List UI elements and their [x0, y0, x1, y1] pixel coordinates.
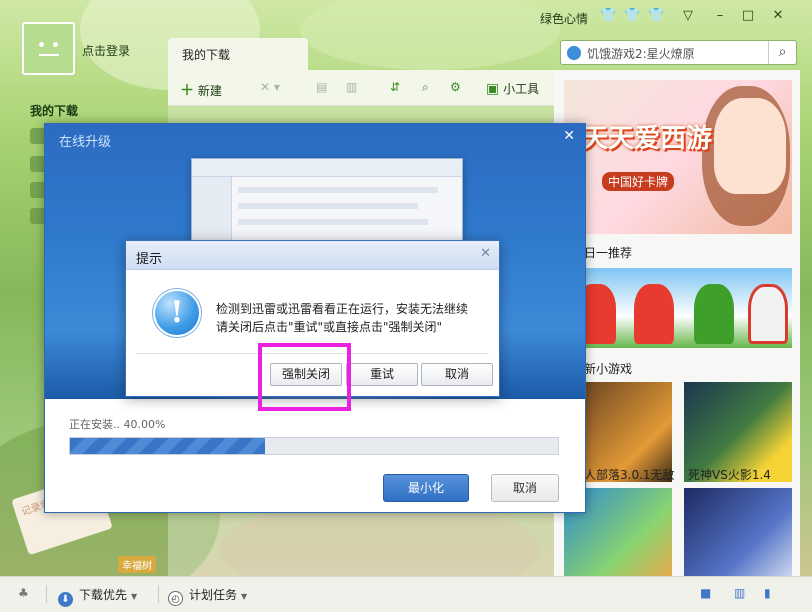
download-priority-label: 下载优先	[79, 588, 128, 602]
ad-game-tile[interactable]	[684, 488, 792, 576]
tab-my-downloads[interactable]: 我的下载	[168, 38, 308, 70]
search-icon[interactable]: ⌕	[768, 41, 796, 64]
prompt-message-line: 请关闭后点击"重试"或直接点击"强制关闭"	[216, 320, 443, 334]
status-bar: ♣ ⬇ 下载优先 ▼ ◴ 计划任务 ▼ ■ ▥ ▮	[0, 576, 812, 612]
ad-banner-game[interactable]: 天天爱西游 中国好卡牌	[564, 80, 792, 234]
skin-name[interactable]: 绿色心情	[540, 10, 588, 27]
skin-shirt-icon[interactable]: 👕	[648, 9, 664, 23]
ad-mario-image[interactable]	[564, 268, 792, 348]
cancel-upgrade-button[interactable]: 取消	[491, 474, 559, 502]
ad-caption[interactable]: 人部落3.0.1无敌	[584, 466, 675, 483]
divider	[158, 585, 159, 603]
skin-shirt-icon[interactable]: 👕	[600, 9, 616, 23]
floating-window-icon[interactable]: ■	[700, 586, 711, 600]
file-icon[interactable]: ▥	[346, 80, 357, 94]
dropdown-caret-icon: ▼	[131, 592, 138, 601]
title-bar: 绿色心情 👕 👕 👕 ▽ – □ ✕	[0, 0, 812, 36]
new-task-button[interactable]: ＋ 新建	[180, 80, 222, 100]
highlight-box	[258, 343, 351, 411]
ad-sub-text: 中国好卡牌	[602, 172, 675, 191]
ad-logo-text: 天天爱西游	[582, 124, 713, 154]
install-progress-bar	[69, 437, 559, 455]
leaf-icon[interactable]: ♣	[18, 586, 29, 600]
close-window-icon[interactable]: ✕	[770, 9, 786, 23]
prompt-message-line: 检测到迅雷或迅雷看看正在运行，安装无法继续	[216, 302, 469, 316]
info-icon: !	[153, 289, 201, 337]
toolbox-icon: ▣	[486, 81, 500, 97]
login-link[interactable]: 点击登录	[82, 42, 130, 59]
happy-tree-label[interactable]: 幸福树	[118, 556, 156, 573]
menu-icon[interactable]: ▽	[680, 9, 696, 23]
minimize-button[interactable]: 最小化	[383, 474, 469, 502]
clock-icon: ◴	[168, 591, 183, 606]
small-tools-label: 小工具	[503, 82, 540, 96]
game-search-icon	[567, 46, 581, 60]
close-icon[interactable]: ✕	[480, 246, 491, 261]
minimize-window-icon[interactable]: –	[712, 9, 728, 23]
avatar[interactable]	[22, 22, 75, 75]
luigi-figure	[694, 284, 734, 344]
search-box: ⌕	[560, 40, 797, 65]
preview-header	[192, 159, 462, 177]
cancel-button[interactable]: 取消	[421, 363, 493, 386]
toad-figure	[748, 284, 788, 344]
ad-panel: 天天爱西游 中国好卡牌 日一推荐 新小游戏 人部落3.0.1无敌 死神VS火影1…	[554, 70, 800, 576]
divider	[46, 585, 47, 603]
skin-shirt-icon[interactable]: 👕	[624, 9, 640, 23]
upgrade-dialog-title: 在线升级	[59, 135, 112, 150]
search-icon[interactable]: ⌕	[422, 80, 429, 95]
new-task-label: 新建	[197, 84, 222, 98]
install-status-text: 正在安装.. 40.00%	[69, 418, 166, 431]
sidebar-title: 我的下载	[30, 104, 79, 118]
dropdown-caret-icon: ▼	[241, 592, 248, 601]
preview-row	[238, 219, 428, 225]
speed-icon[interactable]: ▮	[764, 586, 771, 600]
maximize-window-icon[interactable]: □	[740, 9, 756, 23]
toolbar: ＋ 新建 ✕ ▾ ▤ ▥ ⇵ ⌕ ⚙ ▣ 小工具	[168, 70, 554, 106]
prompt-dialog-header	[126, 241, 499, 270]
mario-figure	[634, 284, 674, 344]
search-input[interactable]	[587, 44, 765, 62]
small-tools-button[interactable]: ▣ 小工具	[486, 80, 539, 97]
preview-row	[238, 187, 438, 193]
plus-icon: ＋	[180, 83, 194, 99]
retry-button[interactable]: 重试	[346, 363, 418, 386]
ad-caption[interactable]: 日一推荐	[584, 244, 632, 261]
notes-icon[interactable]: ▥	[734, 586, 745, 600]
app-window: 绿色心情 👕 👕 👕 ▽ – □ ✕ 点击登录 我的下载 ⌕ ＋ 新建 ✕ ▾ …	[0, 0, 812, 612]
close-icon[interactable]: ✕	[563, 128, 575, 144]
folder-icon[interactable]: ▤	[316, 80, 327, 94]
preview-row	[238, 203, 418, 209]
ad-face-shape	[714, 98, 786, 194]
scheduled-tasks-button[interactable]: ◴ 计划任务 ▼	[168, 586, 247, 606]
prompt-dialog-title: 提示	[136, 252, 163, 267]
ad-caption[interactable]: 死神VS火影1.4	[688, 466, 771, 483]
scheduled-tasks-label: 计划任务	[189, 588, 238, 602]
priority-icon: ⬇	[58, 592, 73, 607]
install-progress-fill	[70, 438, 266, 454]
delete-icon[interactable]: ✕ ▾	[260, 80, 280, 94]
ad-caption[interactable]: 新小游戏	[584, 360, 632, 377]
download-priority-button[interactable]: ⬇ 下载优先 ▼	[58, 586, 137, 607]
sort-icon[interactable]: ⇵	[390, 80, 400, 94]
settings-gear-icon[interactable]: ⚙	[450, 80, 461, 94]
